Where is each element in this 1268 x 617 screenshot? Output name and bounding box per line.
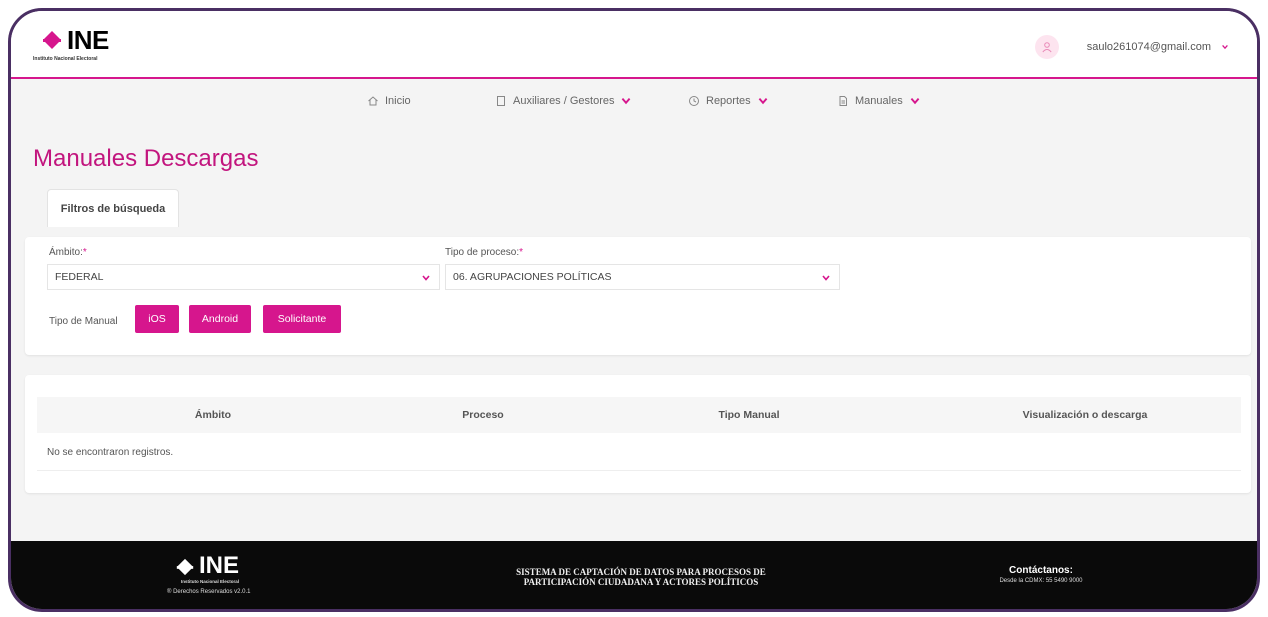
top-header: INE Instituto Nacional Electoral saulo26…: [11, 11, 1257, 79]
filters-card: Ámbito:* FEDERAL Tipo de proceso:* 06. A…: [25, 237, 1251, 355]
clock-icon: [689, 96, 699, 106]
nav-label: Auxiliares / Gestores: [513, 95, 615, 107]
column-header-tipo-manual[interactable]: Tipo Manual: [718, 409, 779, 421]
tipo-proceso-value: 06. AGRUPACIONES POLÍTICAS: [453, 271, 612, 283]
tipo-proceso-select[interactable]: 06. AGRUPACIONES POLÍTICAS: [445, 264, 840, 290]
chevron-down-icon: [758, 97, 767, 105]
footer: INE Instituto Nacional Electoral ® Derec…: [11, 541, 1257, 609]
chevron-down-icon: [622, 97, 631, 105]
file-icon: [839, 96, 847, 106]
filters-tab[interactable]: Filtros de búsqueda: [47, 189, 179, 227]
nav-item-inicio[interactable]: Inicio: [367, 95, 411, 107]
chevron-down-icon: [422, 275, 430, 281]
chevron-down-icon[interactable]: [1221, 43, 1229, 51]
footer-logo: INE Instituto Nacional Electoral ® Derec…: [167, 553, 287, 605]
chevron-down-icon: [910, 97, 920, 105]
empty-message: No se encontraron registros.: [47, 447, 174, 458]
user-avatar[interactable]: [1034, 35, 1059, 59]
nav-label: Inicio: [385, 95, 411, 107]
diamond-logo-icon: [176, 558, 194, 576]
contact-title: Contáctanos:: [1009, 565, 1073, 576]
home-icon: [368, 96, 378, 106]
nav-label: Manuales: [855, 95, 903, 107]
results-table: Ámbito Proceso Tipo Manual Visualización…: [25, 375, 1251, 493]
chevron-down-icon: [822, 275, 830, 281]
ambito-label-text: Ámbito:: [49, 247, 83, 258]
ios-button[interactable]: iOS: [135, 305, 179, 333]
logo-text: INE: [67, 25, 109, 55]
ambito-label: Ámbito:*: [49, 247, 87, 258]
contact-phone[interactable]: Desde la CDMX: 55 5490 9000: [971, 578, 1111, 584]
nav-item-reportes[interactable]: Reportes: [688, 95, 769, 107]
table-header: Ámbito Proceso Tipo Manual Visualización…: [37, 397, 1241, 433]
column-header-ambito[interactable]: Ámbito: [195, 409, 231, 421]
system-line-1: SISTEMA DE CAPTACIÓN DE DATOS PARA PROCE…: [516, 567, 766, 577]
ambito-select[interactable]: FEDERAL: [47, 264, 440, 290]
document-icon: [497, 96, 505, 106]
table-row: No se encontraron registros.: [37, 433, 1241, 471]
nav-item-manuales[interactable]: Manuales: [837, 95, 921, 107]
footer-contact: Contáctanos: Desde la CDMX: 55 5490 9000: [971, 565, 1111, 584]
footer-logo-subtitle: Instituto Nacional Electoral: [181, 579, 240, 584]
column-header-proceso[interactable]: Proceso: [462, 409, 503, 421]
app-frame: INE Instituto Nacional Electoral saulo26…: [8, 8, 1260, 612]
tipo-proceso-label: Tipo de proceso:*: [445, 247, 523, 258]
user-menu[interactable]: saulo261074@gmail.com: [1034, 35, 1229, 59]
tipo-proceso-label-text: Tipo de proceso:: [445, 247, 520, 258]
required-mark: *: [519, 247, 524, 258]
ine-logo[interactable]: INE Instituto Nacional Electoral: [33, 25, 143, 65]
logo-subtitle: Instituto Nacional Electoral: [33, 56, 98, 62]
nav-label: Reportes: [706, 95, 751, 107]
system-line-2: PARTICIPACIÓN CIUDADANA Y ACTORES POLÍTI…: [523, 577, 759, 587]
footer-rights: ® Derechos Reservados v2.0.1: [167, 589, 251, 595]
required-mark: *: [82, 247, 87, 258]
tipo-manual-label: Tipo de Manual: [49, 316, 118, 327]
user-icon: [1042, 42, 1052, 53]
solicitante-button[interactable]: Solicitante: [263, 305, 341, 333]
diamond-logo-icon: [43, 31, 61, 49]
page-title: Manuales Descargas: [33, 145, 259, 172]
nav-item-auxiliares[interactable]: Auxiliares / Gestores: [495, 95, 632, 107]
android-button[interactable]: Android: [189, 305, 251, 333]
footer-system-name: SISTEMA DE CAPTACIÓN DE DATOS PARA PROCE…: [491, 567, 791, 587]
main-nav: Inicio Auxiliares / Gestores Reportes Ma…: [11, 81, 1257, 123]
user-email[interactable]: saulo261074@gmail.com: [1087, 41, 1211, 53]
footer-logo-text: INE: [199, 552, 240, 579]
ambito-value: FEDERAL: [55, 271, 104, 283]
column-header-visualizacion[interactable]: Visualización o descarga: [1023, 409, 1148, 421]
